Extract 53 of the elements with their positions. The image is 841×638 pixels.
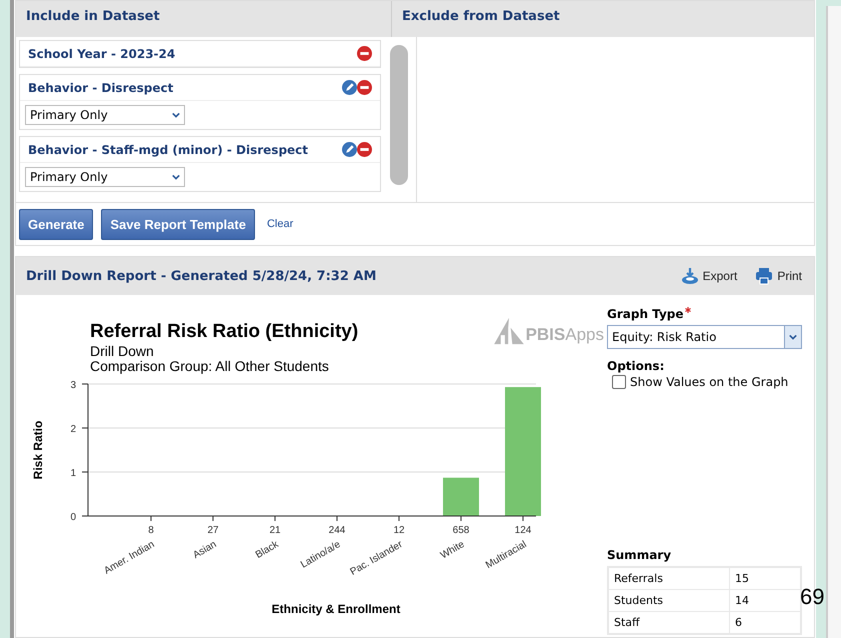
remove-icon[interactable] xyxy=(357,80,372,95)
x-tick-label: Black xyxy=(254,539,280,561)
y-tick-label: 3 xyxy=(70,380,76,391)
x-tick-label: White xyxy=(438,539,466,562)
remove-icon[interactable] xyxy=(357,142,372,157)
x-tick-label: Amer. Indian xyxy=(102,539,156,577)
clear-link[interactable]: Clear xyxy=(266,218,294,230)
action-button[interactable]: Save Report Template xyxy=(101,208,255,240)
download-icon xyxy=(680,267,699,285)
checkbox-label: Show Values on the Graph xyxy=(630,375,788,389)
x-axis-title: Ethnicity & Enrollment xyxy=(272,602,400,616)
field-label: Graph Type xyxy=(607,307,684,321)
action-button[interactable]: Generate xyxy=(19,208,94,240)
enrollment-label: 8 xyxy=(148,525,154,536)
report-title: Drill Down Report - Generated 5/28/24, 7:32 AM xyxy=(26,268,376,284)
field-label: Options: xyxy=(607,359,666,373)
scrollbar[interactable] xyxy=(390,45,408,185)
y-tick-label: 0 xyxy=(70,512,76,523)
remove-icon[interactable] xyxy=(357,46,372,61)
page-number: 69 xyxy=(800,584,824,610)
section-title: Exclude from Dataset xyxy=(402,9,560,24)
y-tick-label: 1 xyxy=(70,468,76,479)
bar xyxy=(443,478,479,516)
section-title: Include in Dataset xyxy=(26,9,160,24)
edit-icon[interactable] xyxy=(342,80,357,95)
enrollment-label: 21 xyxy=(269,525,281,536)
chart-subtitle: Comparison Group: All Other Students xyxy=(90,358,329,374)
summary-title: Summary xyxy=(607,548,672,562)
enrollment-label: 658 xyxy=(452,525,470,536)
dropdown[interactable]: Primary Only xyxy=(25,167,185,187)
enrollment-label: 244 xyxy=(328,525,346,536)
filter-title: School Year - 2023-24 xyxy=(28,46,176,60)
table-cell: Referrals xyxy=(608,567,730,590)
y-axis-title: Risk Ratio xyxy=(31,420,45,480)
edit-icon[interactable] xyxy=(342,142,357,157)
filter-title: Behavior - Staff-mgd (minor) - Disrespect xyxy=(28,142,308,156)
logo-icon xyxy=(492,317,526,345)
x-tick-label: Asian xyxy=(191,539,218,562)
chart-subtitle: Drill Down xyxy=(90,343,154,359)
enrollment-label: 12 xyxy=(393,525,405,536)
print-link[interactable]: Print xyxy=(755,267,802,285)
enrollment-label: 27 xyxy=(207,525,219,536)
checkbox[interactable] xyxy=(612,375,626,389)
chart-title: Referral Risk Ratio (Ethnicity) xyxy=(90,321,358,342)
export-link[interactable]: Export xyxy=(680,267,738,285)
y-tick-label: 2 xyxy=(70,424,76,435)
printer-icon xyxy=(755,267,774,285)
enrollment-label: 124 xyxy=(514,525,532,536)
graph-type-dropdown[interactable]: Equity: Risk Ratio xyxy=(607,325,802,349)
table-cell: Students xyxy=(608,590,730,612)
filter-title: Behavior - Disrespect xyxy=(28,80,174,94)
logo: PBISApps xyxy=(492,317,604,345)
dropdown[interactable]: Primary Only xyxy=(25,105,185,125)
